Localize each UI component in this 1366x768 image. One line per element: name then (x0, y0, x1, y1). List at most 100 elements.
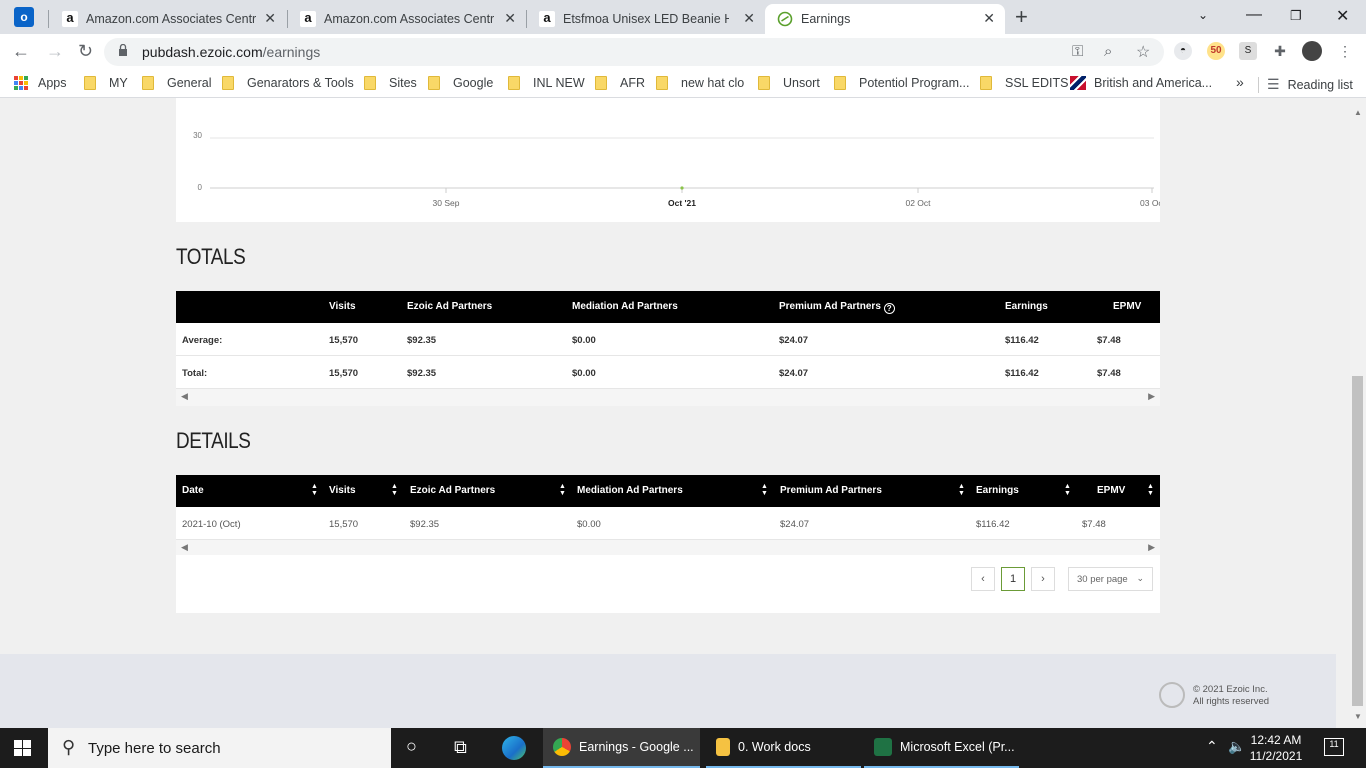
scroll-down-icon[interactable]: ▼ (1354, 712, 1362, 721)
key-icon[interactable]: ⚿ (1072, 43, 1083, 60)
close-icon[interactable]: ✕ (983, 10, 995, 27)
tab-search-icon[interactable]: ⌄ (1198, 8, 1208, 22)
taskbar-app-chrome[interactable]: Earnings - Google ... (543, 728, 700, 768)
per-page-select[interactable]: 30 per page ⌄ (1068, 567, 1153, 591)
close-window-icon[interactable]: ✕ (1336, 6, 1349, 26)
restore-icon[interactable]: ❐ (1290, 8, 1302, 24)
sort-icon[interactable]: ▲ ▼ (958, 483, 965, 497)
taskbar-app-work-docs[interactable]: 0. Work docs (706, 728, 861, 768)
sort-icon[interactable]: ▲ ▼ (311, 483, 318, 497)
vertical-scrollbar[interactable]: ▲ ▼ (1350, 98, 1366, 728)
scrollbar-thumb[interactable] (1352, 376, 1363, 706)
extension-50-icon[interactable]: 50 (1207, 42, 1225, 60)
notifications-icon[interactable]: 11 (1324, 738, 1344, 756)
bookmark-label: AFR (620, 76, 645, 90)
forward-arrow-icon[interactable]: → (46, 41, 64, 62)
sort-icon[interactable]: ▲ ▼ (391, 483, 398, 497)
bookmark-british-american[interactable]: British and America... (1070, 76, 1212, 90)
next-page-button[interactable]: › (1031, 567, 1055, 591)
menu-kebab-icon[interactable]: ⋮ (1336, 42, 1354, 60)
taskbar-search-box[interactable]: ⚲ Type here to search (48, 728, 391, 768)
close-icon[interactable]: ✕ (743, 10, 755, 27)
new-tab-button[interactable]: + (1015, 4, 1028, 30)
sort-icon[interactable]: ▲ ▼ (761, 483, 768, 497)
bookmark-label: Google (453, 76, 494, 90)
extension-s-icon[interactable]: S (1239, 42, 1257, 60)
bookmark-folder-unsort[interactable]: Unsort (758, 76, 820, 90)
earnings-chart: 30 0 30 Sep Oct '21 02 Oct 03 Oc (176, 98, 1163, 222)
details-header-mediation[interactable]: Mediation Ad Partners (577, 485, 683, 496)
details-header-row: Date ▲ ▼ Visits ▲ ▼ Ezoic Ad Partners ▲ ▼ M… (176, 475, 1160, 507)
x-tick-label: Oct '21 (668, 198, 696, 208)
system-clock[interactable]: 12:42 AM 11/2/2021 (1242, 732, 1310, 764)
details-header-earnings[interactable]: Earnings (976, 485, 1019, 496)
sort-icon[interactable]: ▲ ▼ (1064, 483, 1071, 497)
scroll-left-icon[interactable]: ◀ (181, 391, 188, 402)
details-table: Date ▲ ▼ Visits ▲ ▼ Ezoic Ad Partners ▲ ▼ M… (176, 475, 1160, 557)
tab-title: Amazon.com Associates Central (324, 12, 494, 26)
reading-list-button[interactable]: ☰ Reading list (1258, 76, 1353, 93)
bookmark-folder-new-hat[interactable]: new hat clo (656, 76, 744, 90)
details-header-ezoic[interactable]: Ezoic Ad Partners (410, 485, 495, 496)
totals-header-row: Visits Ezoic Ad Partners Mediation Ad Pa… (176, 291, 1160, 323)
scroll-left-icon[interactable]: ◀ (181, 542, 188, 553)
tab-amazon-associates-2[interactable]: a Amazon.com Associates Central ✕ (288, 4, 526, 34)
details-header-visits[interactable]: Visits (329, 485, 356, 496)
bookmark-label: Potentiol Program... (859, 76, 970, 90)
reload-icon[interactable]: ↻ (78, 41, 93, 62)
close-icon[interactable]: ✕ (264, 10, 276, 27)
bookmark-folder-generators[interactable]: Genarators & Tools (222, 76, 354, 90)
scroll-right-icon[interactable]: ▶ (1148, 542, 1155, 553)
amazon-icon: a (300, 11, 316, 27)
back-arrow-icon[interactable]: ← (12, 41, 30, 62)
zoom-icon[interactable]: ⌕ (1104, 43, 1112, 60)
per-page-value: 30 per page (1077, 574, 1128, 585)
help-icon[interactable]: ? (883, 303, 895, 314)
edge-icon[interactable] (502, 736, 526, 760)
details-header-premium[interactable]: Premium Ad Partners (780, 485, 882, 496)
more-bookmarks-icon[interactable]: » (1236, 74, 1244, 90)
bookmark-folder-inl-new[interactable]: INL NEW (508, 76, 585, 90)
cell-mediation: $0.00 (572, 335, 596, 346)
page-1-button[interactable]: 1 (1001, 567, 1025, 591)
horizontal-scrollbar[interactable]: ◀ ▶ (176, 389, 1160, 406)
totals-header-epmv: EPMV (1113, 301, 1142, 312)
task-view-icon[interactable]: ⧉ (454, 737, 467, 758)
address-bar[interactable]: pubdash.ezoic.com/earnings ⚿ ⌕ ☆ (104, 38, 1164, 66)
cortana-icon[interactable]: ○ (406, 736, 417, 757)
bookmark-folder-sites[interactable]: Sites (364, 76, 417, 90)
tab-etsfmoa-beanie[interactable]: a Etsfmoa Unisex LED Beanie Hat w ✕ (527, 4, 765, 34)
minimize-icon[interactable]: — (1246, 6, 1262, 24)
tab-amazon-associates-1[interactable]: a Amazon.com Associates Central ✕ (50, 4, 286, 34)
details-header-epmv[interactable]: EPMV (1097, 485, 1125, 496)
profile-avatar[interactable] (1302, 41, 1322, 61)
scroll-right-icon[interactable]: ▶ (1148, 391, 1155, 402)
extensions-puzzle-icon[interactable]: ✚ (1271, 42, 1289, 60)
cell-date: 2021-10 (Oct) (182, 519, 241, 530)
tab-earnings[interactable]: Earnings ✕ (765, 4, 1005, 34)
scroll-up-icon[interactable]: ▲ (1354, 108, 1362, 117)
bookmark-folder-ssl-edits[interactable]: SSL EDITS (980, 76, 1068, 90)
data-point[interactable] (680, 186, 684, 190)
bookmark-folder-afr[interactable]: AFR (595, 76, 645, 90)
totals-header-premium-label: Premium Ad Partners (779, 301, 881, 312)
prev-page-button[interactable]: ‹ (971, 567, 995, 591)
bookmark-folder-general[interactable]: General (142, 76, 211, 90)
details-header-date[interactable]: Date (182, 485, 204, 496)
sort-icon[interactable]: ▲ ▼ (559, 483, 566, 497)
outlook-icon[interactable]: o (14, 7, 34, 27)
bookmark-folder-my[interactable]: MY (84, 76, 128, 90)
close-icon[interactable]: ✕ (504, 10, 516, 27)
tray-chevron-icon[interactable]: ⌃ (1206, 738, 1218, 755)
extension-hat-icon[interactable]: ◓ (1174, 42, 1192, 60)
taskbar-app-excel[interactable]: Microsoft Excel (Pr... (864, 728, 1019, 768)
folder-icon (142, 76, 154, 90)
windows-start-icon[interactable] (14, 740, 32, 756)
bookmark-apps[interactable]: Apps (14, 76, 67, 90)
sort-icon[interactable]: ▲ ▼ (1147, 483, 1154, 497)
bookmark-folder-google[interactable]: Google (428, 76, 493, 90)
clock-time: 12:42 AM (1250, 733, 1302, 747)
star-icon[interactable]: ☆ (1136, 42, 1150, 62)
bookmark-folder-potentiol[interactable]: Potentiol Program... (834, 76, 969, 90)
totals-title: TOTALS (176, 244, 246, 269)
